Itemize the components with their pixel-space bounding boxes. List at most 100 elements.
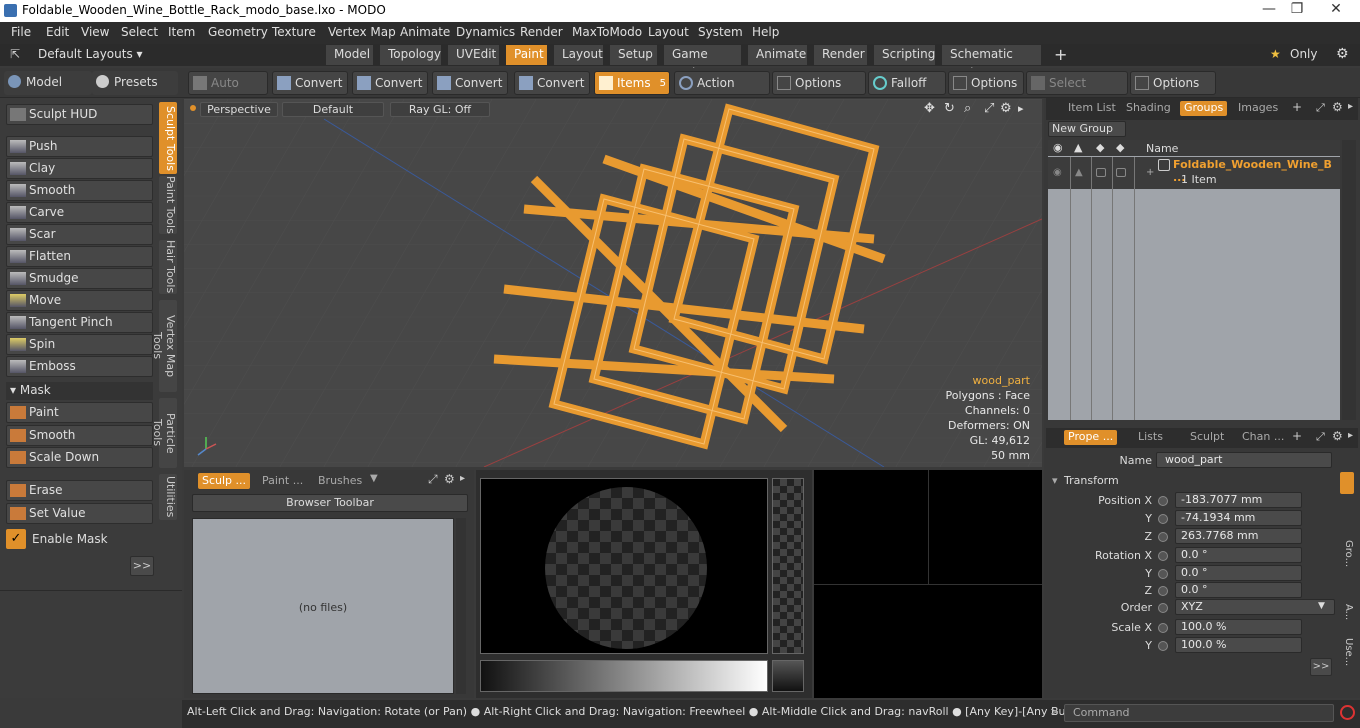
tab-animate[interactable]: Animate: [748, 45, 808, 65]
convert-polygons-button[interactable]: Convert: [432, 71, 508, 95]
menu-geometry[interactable]: Geometry: [208, 25, 268, 39]
tab-sculpt-presets[interactable]: Sculp ...: [198, 473, 250, 489]
zoom-view-icon[interactable]: ⌕: [964, 101, 971, 116]
maximize-button[interactable]: ❐: [1284, 0, 1310, 20]
new-group-button[interactable]: New Group: [1048, 121, 1126, 137]
tabs-dropdown-icon[interactable]: ▼: [370, 473, 378, 484]
panel-settings-icon[interactable]: ⚙: [1332, 429, 1343, 443]
panel-menu-icon[interactable]: ▸: [1348, 430, 1353, 441]
scale-x-field[interactable]: 100.0 %: [1175, 619, 1302, 635]
layout-menu-icon[interactable]: ⇱: [10, 47, 20, 61]
color-swatch[interactable]: [772, 660, 804, 692]
tab-images[interactable]: Images: [1234, 101, 1282, 116]
tool-scar[interactable]: Scar: [6, 224, 153, 245]
order-key[interactable]: [1158, 603, 1168, 613]
groups-scrollbar[interactable]: [1342, 140, 1356, 420]
model-mode-button[interactable]: Model F2: [4, 71, 92, 112]
position-z-field[interactable]: 263.7768 mm: [1175, 528, 1302, 544]
alpha-strip[interactable]: [772, 478, 804, 654]
tool-move[interactable]: Move: [6, 290, 153, 311]
tab-lists[interactable]: Lists: [1134, 430, 1167, 445]
items-mode-button[interactable]: Items 5: [594, 71, 670, 95]
vtab-particle-tools[interactable]: Particle Tools: [151, 398, 177, 468]
vtab-utilities[interactable]: Utilities: [159, 474, 177, 520]
presets-button[interactable]: Presets F6: [92, 71, 178, 112]
menu-maxtomodo[interactable]: MaxToModo: [572, 25, 642, 39]
tab-properties[interactable]: Prope ...: [1064, 430, 1118, 445]
auto-select-button[interactable]: Auto Select: [188, 71, 268, 113]
select-toggle[interactable]: [1096, 168, 1106, 177]
scale-y-key[interactable]: [1158, 641, 1168, 651]
panel-menu-icon[interactable]: ▸: [460, 473, 465, 484]
rotation-y-field[interactable]: 0.0 °: [1175, 565, 1302, 581]
visibility-icon[interactable]: ◉: [1053, 167, 1062, 178]
tab-topology[interactable]: Topology: [380, 45, 442, 65]
fit-view-icon[interactable]: ⤢: [984, 101, 994, 116]
action-center-options-button[interactable]: Options: [772, 71, 866, 95]
menu-view[interactable]: View: [81, 25, 109, 39]
gear-icon[interactable]: ⚙: [1336, 46, 1349, 62]
panel-settings-icon[interactable]: ⚙: [444, 472, 455, 486]
record-icon[interactable]: [1340, 705, 1355, 720]
menu-help[interactable]: Help: [752, 25, 779, 39]
rotation-x-field[interactable]: 0.0 °: [1175, 547, 1302, 563]
add-tab-button[interactable]: +: [1292, 100, 1302, 114]
tool-clay[interactable]: Clay: [6, 158, 153, 179]
tool-smooth[interactable]: Smooth: [6, 180, 153, 201]
raygl-toggle[interactable]: Ray GL: Off: [390, 102, 490, 117]
side-tab-active[interactable]: [1340, 472, 1354, 494]
tab-layout[interactable]: Layout: [554, 45, 604, 65]
tool-spin[interactable]: Spin: [6, 334, 153, 355]
rotation-x-key[interactable]: [1158, 551, 1168, 561]
panel-menu-icon[interactable]: ▸: [1348, 101, 1353, 112]
side-tab-groups[interactable]: Gro...: [1340, 540, 1354, 580]
menu-item[interactable]: Item: [168, 25, 195, 39]
sculpt-hud-button[interactable]: Sculpt HUD: [6, 104, 153, 125]
empty-viewport-grid[interactable]: [814, 470, 1042, 698]
menu-vertex-map[interactable]: Vertex Map: [328, 25, 396, 39]
menu-file[interactable]: File: [11, 25, 31, 39]
tab-game-tools[interactable]: Game Tools: [664, 45, 742, 80]
tab-paint-presets[interactable]: Paint ...: [258, 473, 310, 489]
tool-emboss[interactable]: Emboss: [6, 356, 153, 377]
vtab-hair-tools[interactable]: Hair Tools: [159, 240, 177, 294]
only-toggle[interactable]: Only: [1290, 47, 1318, 61]
menu-system[interactable]: System: [698, 25, 743, 39]
position-z-key[interactable]: [1158, 532, 1168, 542]
vtab-paint-tools[interactable]: Paint Tools: [159, 176, 177, 234]
menu-edit[interactable]: Edit: [46, 25, 69, 39]
tab-schematic-fusion[interactable]: Schematic Fusion: [942, 45, 1042, 80]
menu-dynamics[interactable]: Dynamics: [456, 25, 515, 39]
panel-expand-icon[interactable]: ⤢: [1316, 101, 1325, 115]
action-center-button[interactable]: Action Center: [674, 71, 770, 113]
tab-channels[interactable]: Chan ...: [1238, 430, 1288, 445]
select-through-button[interactable]: Select Through: [1026, 71, 1128, 113]
tool-flatten[interactable]: Flatten: [6, 246, 153, 267]
expand-icon[interactable]: +: [1146, 167, 1154, 178]
file-browser-area[interactable]: (no files): [192, 518, 454, 694]
mask-paint-button[interactable]: Paint: [6, 402, 153, 423]
tool-carve[interactable]: Carve: [6, 202, 153, 223]
collapse-icon[interactable]: ▾: [1052, 474, 1058, 487]
tab-brushes[interactable]: Brushes: [314, 473, 372, 489]
gradient-ramp[interactable]: [480, 660, 768, 692]
groups-list[interactable]: ◉ ▲ ◆ ◆ Name ◉ ▲ + Foldable_Wooden_Wine_…: [1048, 140, 1340, 420]
viewport-settings-icon[interactable]: ⚙: [1000, 101, 1012, 116]
side-tab-a[interactable]: A...: [1340, 604, 1354, 624]
move-view-icon[interactable]: ✥: [924, 101, 935, 116]
tab-uvedit[interactable]: UVEdit: [448, 45, 500, 65]
more-properties-button[interactable]: >>: [1310, 658, 1332, 676]
position-x-field[interactable]: -183.7077 mm: [1175, 492, 1302, 508]
enable-mask-checkbox[interactable]: ✓: [6, 529, 26, 549]
rotation-z-key[interactable]: [1158, 586, 1168, 596]
shading-dropdown[interactable]: Default: [282, 102, 384, 117]
order-dropdown[interactable]: XYZ: [1175, 599, 1335, 615]
position-x-key[interactable]: [1158, 496, 1168, 506]
tab-paint[interactable]: Paint: [506, 45, 548, 65]
convert-vertices-button[interactable]: Convert: [272, 71, 348, 95]
menu-animate[interactable]: Animate: [400, 25, 450, 39]
panel-expand-icon[interactable]: ⤢: [428, 472, 438, 487]
scale-y-field[interactable]: 100.0 %: [1175, 637, 1302, 653]
tab-model[interactable]: Model: [326, 45, 374, 65]
tab-item-list[interactable]: Item List: [1064, 101, 1120, 116]
